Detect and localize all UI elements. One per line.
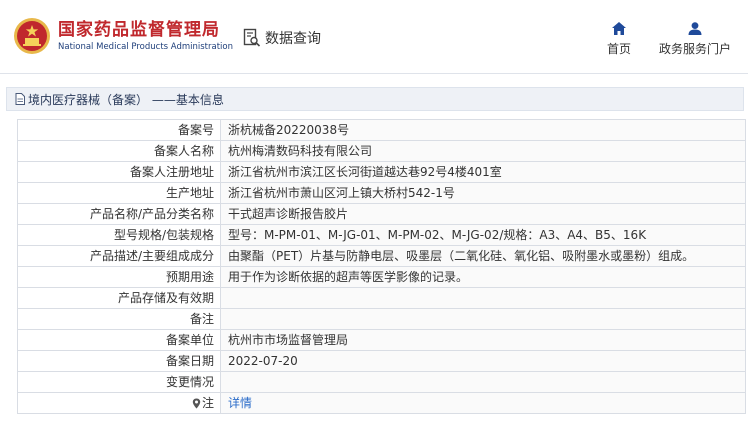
field-value: 用于作为诊断依据的超声等医学影像的记录。 bbox=[220, 266, 746, 288]
field-label: 变更情况 bbox=[17, 371, 221, 393]
field-value: 浙江省杭州市萧山区河上镇大桥村542-1号 bbox=[220, 182, 746, 204]
field-value bbox=[220, 287, 746, 309]
field-value: 浙杭械备20220038号 bbox=[220, 119, 746, 141]
field-label: 备注 bbox=[17, 308, 221, 330]
table-row: 变更情况 bbox=[17, 371, 746, 393]
breadcrumb: 境内医疗器械（备案） ——基本信息 bbox=[6, 87, 744, 111]
brand-title-en: National Medical Products Administration bbox=[58, 42, 233, 52]
table-row: 备案人名称 杭州梅清数码科技有限公司 bbox=[17, 140, 746, 162]
note-label: 注 bbox=[201, 396, 214, 410]
field-label: 产品描述/主要组成成分 bbox=[17, 245, 221, 267]
field-label: 备案号 bbox=[17, 119, 221, 141]
site-brand[interactable]: 国家药品监督管理局 National Medical Products Admi… bbox=[58, 20, 233, 52]
field-label: 型号规格/包装规格 bbox=[17, 224, 221, 246]
field-label: 备案人名称 bbox=[17, 140, 221, 162]
brand-title-cn: 国家药品监督管理局 bbox=[58, 20, 220, 40]
nav-service-portal[interactable]: 政务服务门户 bbox=[650, 22, 740, 57]
field-label: 备案人注册地址 bbox=[17, 161, 221, 183]
field-value: 2022-07-20 bbox=[220, 350, 746, 372]
field-label: 产品名称/产品分类名称 bbox=[17, 203, 221, 225]
table-row: 预期用途 用于作为诊断依据的超声等医学影像的记录。 bbox=[17, 266, 746, 288]
field-value: 型号：M-PM-01、M-JG-01、M-PM-02、M-JG-02/规格：A3… bbox=[220, 224, 746, 246]
home-icon bbox=[612, 22, 626, 35]
field-value bbox=[220, 371, 746, 393]
table-row: 生产地址 浙江省杭州市萧山区河上镇大桥村542-1号 bbox=[17, 182, 746, 204]
data-query-link[interactable]: 数据查询 bbox=[243, 28, 321, 48]
field-value: 干式超声诊断报告胶片 bbox=[220, 203, 746, 225]
nav-service-portal-label: 政务服务门户 bbox=[658, 42, 731, 56]
document-icon bbox=[15, 93, 25, 105]
data-query-label: 数据查询 bbox=[265, 31, 321, 47]
table-row: 备案单位 杭州市市场监督管理局 bbox=[17, 329, 746, 351]
national-emblem-icon bbox=[14, 18, 50, 54]
field-value: 杭州梅清数码科技有限公司 bbox=[220, 140, 746, 162]
field-value: 由聚酯（PET）片基与防静电层、吸墨层（二氧化硅、氧化铝、吸附墨水或墨粉）组成。 bbox=[220, 245, 746, 267]
table-row: 产品存储及有效期 bbox=[17, 287, 746, 309]
table-row: 型号规格/包装规格 型号：M-PM-01、M-JG-01、M-PM-02、M-JG… bbox=[17, 224, 746, 246]
field-value: 浙江省杭州市滨江区长河街道越达巷92号4楼401室 bbox=[220, 161, 746, 183]
note-value-cell: 详情 bbox=[220, 392, 746, 414]
breadcrumb-text: 境内医疗器械（备案） ——基本信息 bbox=[28, 92, 224, 107]
user-icon bbox=[688, 22, 702, 35]
table-row: 备案人注册地址 浙江省杭州市滨江区长河街道越达巷92号4楼401室 bbox=[17, 161, 746, 183]
field-label: 生产地址 bbox=[17, 182, 221, 204]
field-label: 备案日期 bbox=[17, 350, 221, 372]
field-value bbox=[220, 308, 746, 330]
document-search-icon bbox=[243, 28, 261, 47]
table-row: 备注 bbox=[17, 308, 746, 330]
note-label-cell: 注 bbox=[17, 392, 221, 414]
table-row: 产品描述/主要组成成分 由聚酯（PET）片基与防静电层、吸墨层（二氧化硅、氧化铝、… bbox=[17, 245, 746, 267]
record-detail-table: 备案号 浙杭械备20220038号 备案人名称 杭州梅清数码科技有限公司 备案人注册地址… bbox=[17, 119, 746, 414]
table-row: 产品名称/产品分类名称 干式超声诊断报告胶片 bbox=[17, 203, 746, 225]
top-header: 国家药品监督管理局 National Medical Products Admi… bbox=[0, 0, 748, 74]
table-row: 备案号 浙杭械备20220038号 bbox=[17, 119, 746, 141]
pin-icon bbox=[192, 398, 201, 409]
details-link[interactable]: 详情 bbox=[228, 396, 252, 410]
field-label: 预期用途 bbox=[17, 266, 221, 288]
field-value: 杭州市市场监督管理局 bbox=[220, 329, 746, 351]
table-row: 备案日期 2022-07-20 bbox=[17, 350, 746, 372]
field-label: 产品存储及有效期 bbox=[17, 287, 221, 309]
table-row-note: 注详情 bbox=[17, 392, 746, 414]
field-label: 备案单位 bbox=[17, 329, 221, 351]
